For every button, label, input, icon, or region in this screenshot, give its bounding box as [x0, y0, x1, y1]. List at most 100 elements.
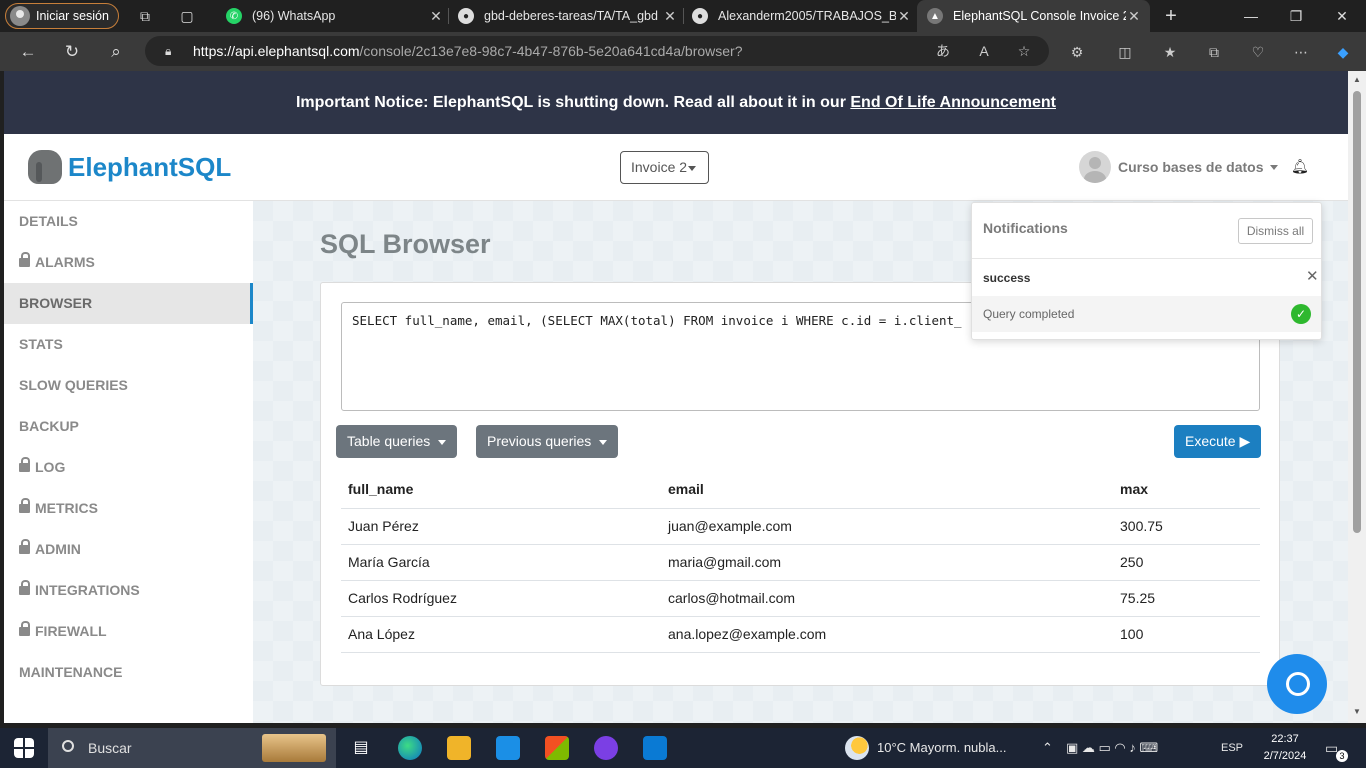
search-icon[interactable]: ⌕ [105, 41, 127, 63]
tab-actions-icon[interactable]: ▢ [179, 8, 195, 24]
notice-text: Important Notice: ElephantSQL is shuttin… [295, 94, 851, 111]
logo[interactable]: ElephantSQL [28, 150, 231, 184]
sidebar-item-backup[interactable]: BACKUP [4, 406, 253, 447]
play-icon: ▶ [1239, 433, 1251, 449]
table-cell: 100 [1113, 616, 1260, 653]
previous-queries-button[interactable]: Previous queries [476, 425, 619, 458]
sidebar-item-integrations[interactable]: INTEGRATIONS [4, 570, 253, 611]
end-of-life-link[interactable]: End Of Life Announcement [850, 94, 1056, 111]
close-tab-icon[interactable]: ✕ [428, 8, 444, 25]
back-icon[interactable]: ← [17, 41, 39, 63]
profile-avatar-icon [10, 6, 30, 26]
workspaces-icon[interactable]: ⧉ [137, 8, 153, 24]
chat-support-icon[interactable] [1267, 654, 1327, 714]
search-placeholder: Buscar [88, 740, 132, 756]
refresh-icon[interactable]: ↻ [61, 41, 83, 63]
minimize-icon[interactable]: — [1241, 6, 1261, 26]
restore-icon[interactable]: ❐ [1286, 6, 1306, 26]
lock-icon [19, 498, 30, 513]
sidebar-item-browser[interactable]: BROWSER [4, 283, 253, 324]
split-screen-icon[interactable]: ◫ [1115, 42, 1135, 62]
edge-browser-icon[interactable] [398, 736, 422, 760]
close-tab-icon[interactable]: ✕ [896, 8, 912, 25]
language-indicator[interactable]: ESP [1221, 728, 1243, 768]
table-cell: ana.lopez@example.com [661, 616, 1113, 653]
clock[interactable]: 22:37 2/7/2024 [1262, 731, 1308, 765]
favorite-star-icon[interactable]: ☆ [1014, 41, 1034, 61]
tab-whatsapp[interactable]: ✆ (96) WhatsApp ✕ [222, 0, 444, 32]
table-cell: maria@gmail.com [661, 544, 1113, 581]
table-queries-button[interactable]: Table queries [336, 425, 458, 458]
notifications-panel: Notifications Dismiss all success ✕ Quer… [971, 202, 1322, 340]
table-cell: Ana López [341, 616, 661, 653]
weather-text[interactable]: 10°C Mayorm. nubla... [877, 728, 1006, 768]
github-desktop-icon[interactable] [594, 736, 618, 760]
mail-icon[interactable] [496, 736, 520, 760]
user-menu[interactable]: Curso bases de datos [1079, 151, 1278, 183]
sidebar-item-label: BROWSER [19, 295, 93, 311]
sidebar-item-label: DETAILS [19, 213, 78, 229]
file-explorer-icon[interactable] [447, 736, 471, 760]
more-menu-icon[interactable]: ⋯ [1291, 42, 1311, 62]
user-name: Curso bases de datos [1118, 159, 1264, 175]
column-header: full_name [341, 470, 661, 509]
chevron-up-icon[interactable]: ⌃ [1042, 728, 1053, 768]
execute-button[interactable]: Execute ▶ [1174, 425, 1262, 458]
scroll-down-icon[interactable]: ▼ [1353, 707, 1361, 716]
sidebar-item-log[interactable]: LOG [4, 447, 253, 488]
tab-elephantsql[interactable]: ▲ ElephantSQL Console Invoice 2 ✕ [917, 0, 1150, 32]
close-tab-icon[interactable]: ✕ [1126, 8, 1142, 25]
collections-icon[interactable]: ⧉ [1204, 42, 1224, 62]
sidebar-item-stats[interactable]: STATS [4, 324, 253, 365]
read-aloud-icon[interactable]: A [974, 41, 994, 61]
notification-center-icon[interactable]: ▭ [1325, 728, 1338, 768]
table-cell: juan@example.com [661, 508, 1113, 545]
table-cell: Juan Pérez [341, 508, 661, 545]
profile-button[interactable]: Iniciar sesión [5, 3, 119, 29]
new-tab-icon[interactable]: + [1163, 6, 1179, 26]
table-row: Carlos Rodríguez carlos@hotmail.com 75.2… [341, 580, 1260, 617]
sidebar-item-label: MAINTENANCE [19, 664, 123, 680]
sidebar-item-label: BACKUP [19, 418, 79, 434]
scroll-up-icon[interactable]: ▲ [1353, 75, 1361, 84]
github-icon: ● [692, 8, 708, 24]
address-bar[interactable]: 🔒︎ https://api.elephantsql.com/console/2… [145, 36, 1049, 66]
notifications-header: Notifications Dismiss all [972, 203, 1321, 259]
weather-icon[interactable] [845, 736, 869, 760]
sidebar-item-metrics[interactable]: METRICS [4, 488, 253, 529]
sidebar-item-details[interactable]: DETAILS [4, 201, 253, 242]
dismiss-all-button[interactable]: Dismiss all [1238, 218, 1313, 244]
sidebar-item-maintenance[interactable]: MAINTENANCE [4, 652, 253, 693]
windows-start-icon[interactable] [14, 738, 34, 758]
sidebar-item-slow-queries[interactable]: SLOW QUERIES [4, 365, 253, 406]
scrollbar-thumb[interactable] [1353, 91, 1361, 533]
sidebar: DETAILS ALARMS BROWSER STATS SLOW QUERIE… [4, 201, 253, 723]
lock-icon [19, 539, 30, 554]
close-window-icon[interactable]: ✕ [1332, 6, 1352, 26]
translate-icon[interactable]: あ [933, 41, 953, 61]
sidebar-item-firewall[interactable]: FIREWALL [4, 611, 253, 652]
lock-icon [19, 580, 30, 595]
copilot-icon[interactable]: ◆ [1333, 42, 1353, 62]
sidebar-item-alarms[interactable]: ALARMS [4, 242, 253, 283]
close-notification-icon[interactable]: ✕ [1306, 267, 1319, 285]
bell-icon[interactable]: 🔔︎ [1291, 158, 1309, 174]
instance-selector[interactable]: Invoice 2 [620, 151, 709, 184]
vscode-icon[interactable] [643, 736, 667, 760]
favorites-icon[interactable]: ★ [1160, 42, 1180, 62]
microsoft-store-icon[interactable] [545, 736, 569, 760]
sidebar-item-admin[interactable]: ADMIN [4, 529, 253, 570]
tray-icons[interactable]: ▣ ☁ ▭ ◠ ♪ ⌨ [1066, 728, 1158, 768]
close-tab-icon[interactable]: ✕ [662, 8, 678, 25]
search-highlight-image [262, 734, 326, 762]
extensions-icon[interactable]: ⚙ [1067, 42, 1087, 62]
column-header: max [1113, 470, 1260, 509]
tab-github-trabajos[interactable]: ● Alexanderm2005/TRABAJOS_BA ✕ [690, 0, 912, 32]
lock-icon [19, 457, 30, 472]
notification-text: Query completed [983, 307, 1075, 321]
task-view-icon[interactable]: ▤ [349, 736, 373, 760]
performance-icon[interactable]: ♡ [1248, 42, 1268, 62]
page-scrollbar[interactable]: ▲ ▼ [1348, 71, 1366, 723]
tab-github-gbd[interactable]: ● gbd-deberes-tareas/TA/TA_gbd ✕ [456, 0, 678, 32]
taskbar-search[interactable]: Buscar [48, 728, 336, 768]
